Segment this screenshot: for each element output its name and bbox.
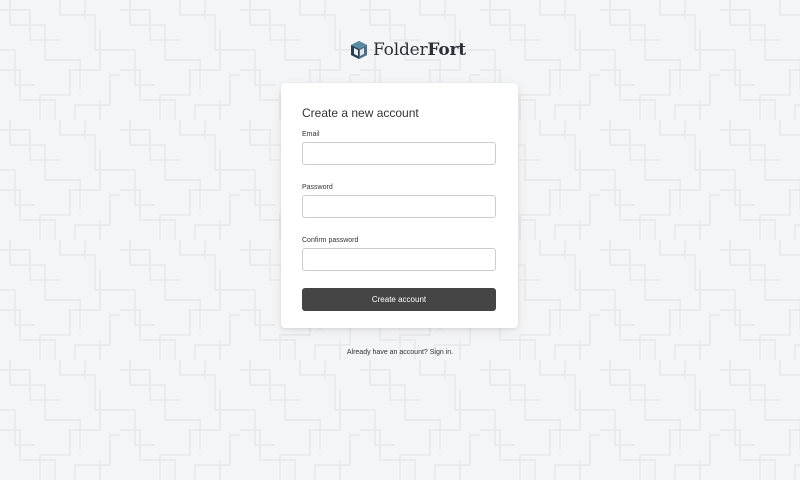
- signin-prompt-text: Already have an account?: [346, 349, 428, 356]
- password-field[interactable]: [302, 195, 496, 218]
- register-card: Create a new account Email Password Conf…: [281, 83, 518, 328]
- password-label: Password: [302, 184, 333, 191]
- form-title: Create a new account: [302, 106, 419, 120]
- confirm-password-field[interactable]: [302, 248, 496, 271]
- brand-name-bold: Fort: [427, 40, 466, 60]
- brand-logo[interactable]: FolderFort: [349, 39, 466, 61]
- brand-name: FolderFort: [373, 40, 466, 60]
- confirm-password-label: Confirm password: [302, 237, 359, 244]
- signin-prompt: Already have an account? Sign in.: [0, 349, 800, 356]
- folder-box-icon: [351, 41, 367, 59]
- brand-name-light: Folder: [373, 40, 428, 60]
- create-account-button[interactable]: Create account: [302, 288, 496, 311]
- signin-link[interactable]: Sign in.: [430, 349, 453, 356]
- email-label: Email: [302, 131, 320, 138]
- email-field[interactable]: [302, 142, 496, 165]
